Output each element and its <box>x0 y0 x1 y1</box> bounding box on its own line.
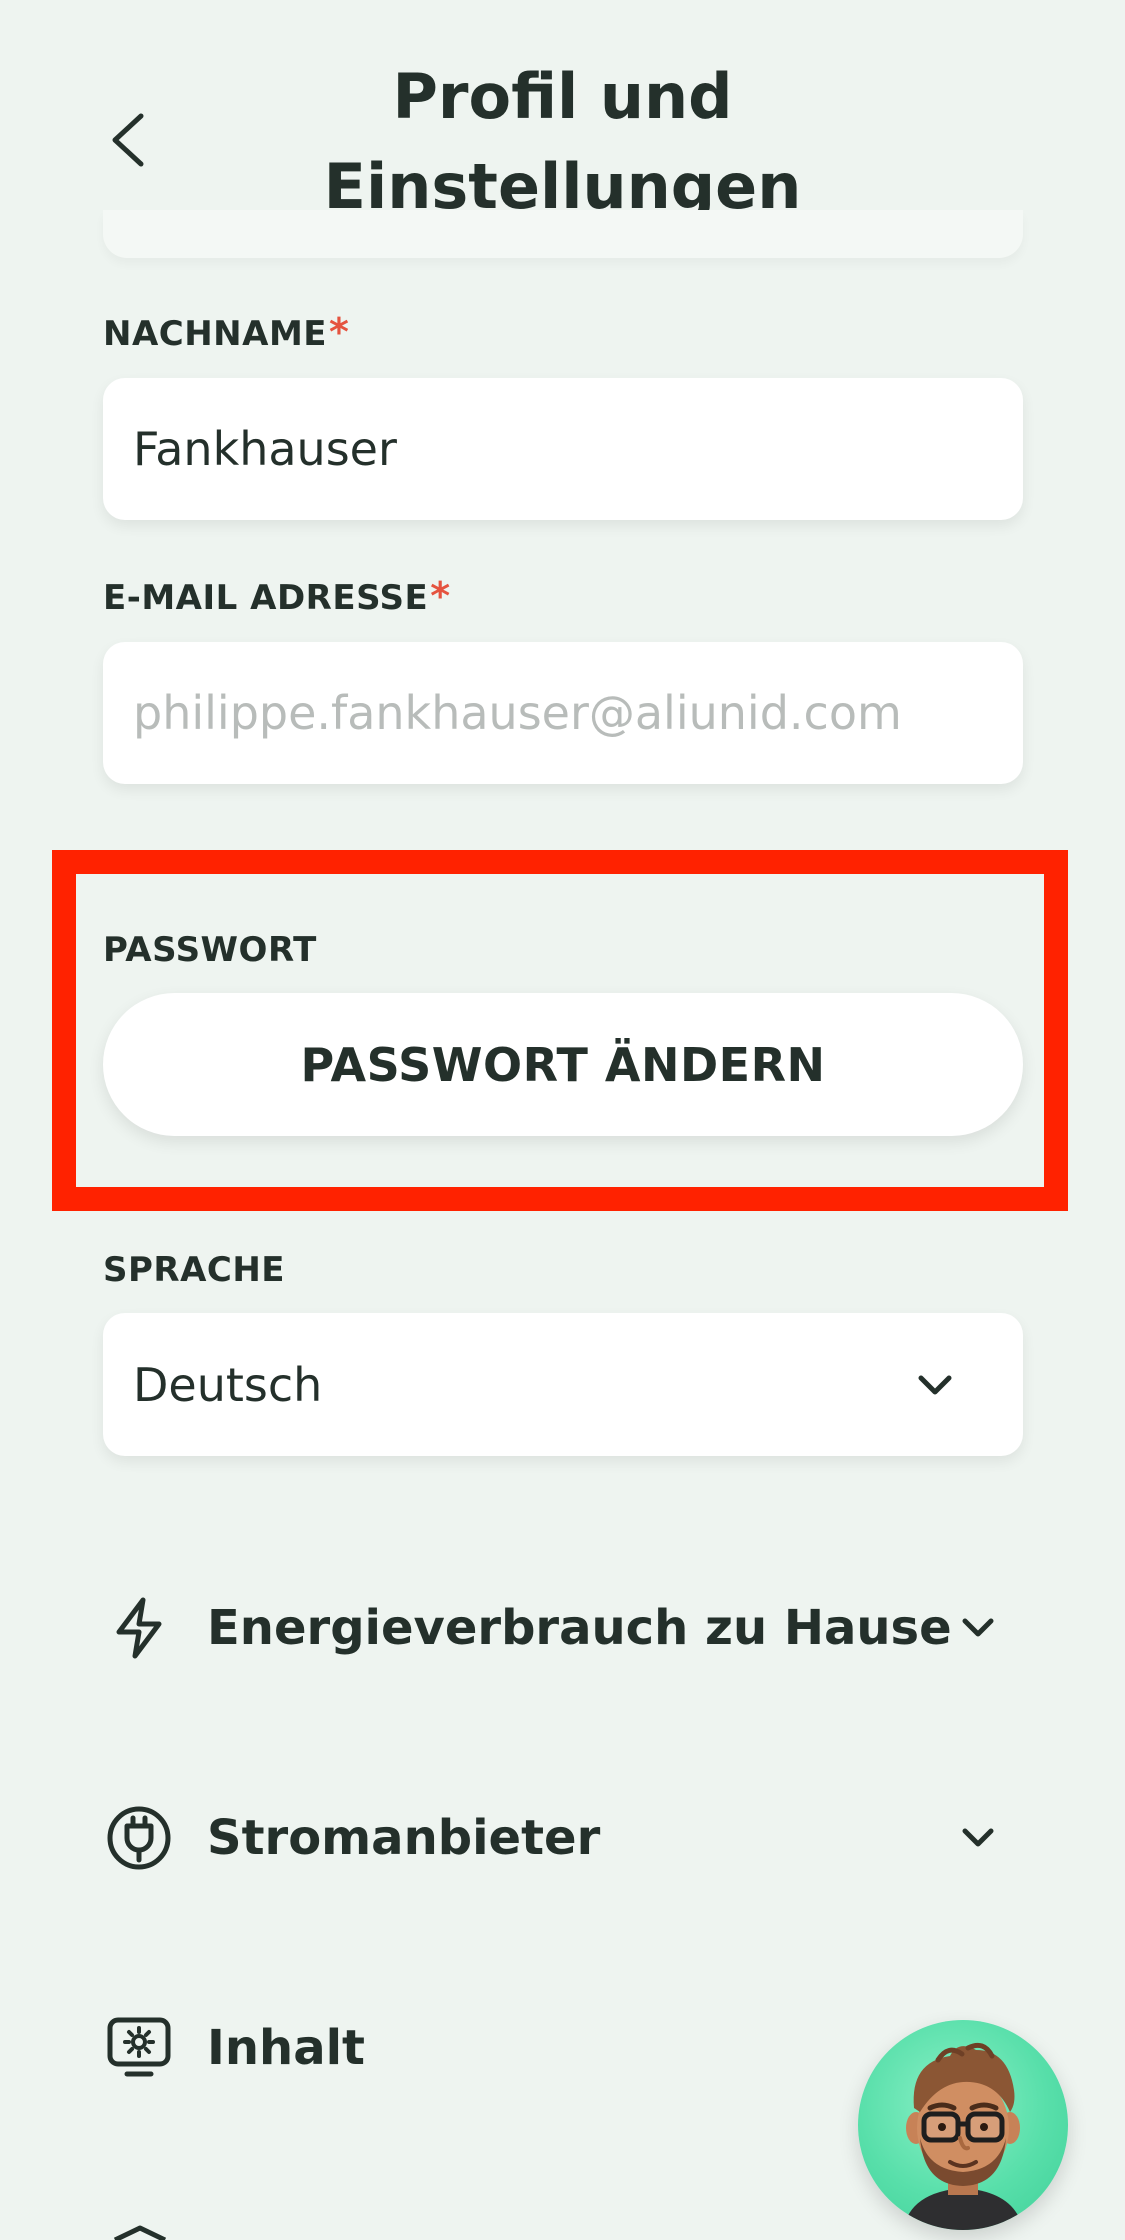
chevron-down-icon <box>953 1813 1003 1863</box>
previous-card-edge <box>103 210 1023 258</box>
password-label: PASSWORT <box>103 930 317 970</box>
language-select[interactable]: Deutsch <box>103 1313 1023 1456</box>
email-label-text: E-MAIL ADRESSE <box>103 578 429 618</box>
assistant-avatar-button[interactable] <box>858 2020 1068 2230</box>
email-field-container <box>103 642 1023 784</box>
email-label: E-MAIL ADRESSE* <box>103 574 451 618</box>
required-asterisk: * <box>329 310 350 354</box>
lastname-input[interactable] <box>133 422 973 476</box>
monitor-settings-icon <box>103 2012 175 2084</box>
section-energy-consumption[interactable]: Energieverbrauch zu Hause <box>103 1568 1023 1688</box>
lastname-field-container <box>103 378 1023 520</box>
change-password-button[interactable]: PASSWORT ÄNDERN <box>103 993 1023 1136</box>
lightning-icon <box>103 1592 175 1664</box>
language-label: SPRACHE <box>103 1250 286 1290</box>
page-title-line-1: Profil und <box>392 60 733 133</box>
section-energy-label: Energieverbrauch zu Hause <box>207 1600 952 1656</box>
email-input[interactable] <box>133 686 973 740</box>
plug-icon <box>103 1802 175 1874</box>
section-power-provider[interactable]: Stromanbieter <box>103 1778 1023 1898</box>
language-selected-value: Deutsch <box>133 1357 323 1412</box>
chevron-down-icon <box>918 1375 952 1394</box>
lastname-label-text: NACHNAME <box>103 314 328 354</box>
required-asterisk: * <box>430 574 451 618</box>
back-button[interactable] <box>92 100 162 180</box>
section-provider-label: Stromanbieter <box>207 1810 601 1866</box>
lastname-label: NACHNAME* <box>103 310 349 354</box>
avatar <box>903 2042 1023 2230</box>
settings-page: Profil und Einstellungen NACHNAME* E-MAI… <box>0 0 1125 2240</box>
chevron-down-icon <box>953 1603 1003 1653</box>
chevron-left-icon <box>112 113 144 167</box>
shield-icon <box>113 2225 167 2240</box>
page-title: Profil und Einstellungen <box>250 52 875 232</box>
